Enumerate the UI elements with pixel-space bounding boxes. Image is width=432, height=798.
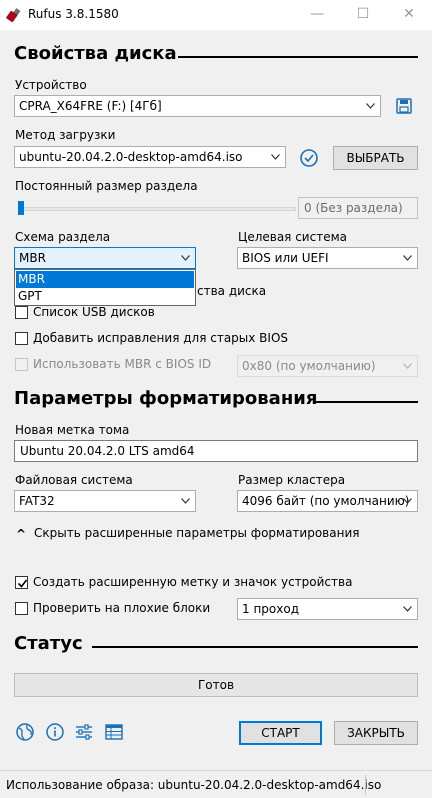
persistent-size-value: 0 (Без раздела) bbox=[298, 197, 418, 219]
chevron-down-icon bbox=[181, 255, 190, 261]
bad-blocks-checkbox[interactable] bbox=[15, 602, 28, 615]
status-bar-divider bbox=[365, 775, 366, 795]
persistent-size-slider-thumb[interactable] bbox=[18, 201, 24, 215]
boot-selection-label: Метод загрузки bbox=[15, 128, 116, 142]
list-usb-checkbox[interactable] bbox=[15, 306, 28, 319]
info-icon[interactable] bbox=[44, 721, 66, 743]
extended-label-label: Создать расширенную метку и значок устро… bbox=[33, 575, 353, 589]
window-title: Rufus 3.8.1580 bbox=[28, 7, 119, 21]
volume-label-input[interactable]: Ubuntu 20.04.2.0 LTS amd64 bbox=[14, 440, 418, 462]
device-value: CPRA_X64FRE (F:) [4Гб] bbox=[19, 99, 162, 113]
drive-properties-heading: Свойства диска bbox=[14, 43, 177, 64]
file-system-value: FAT32 bbox=[19, 494, 55, 508]
checkmark-icon bbox=[17, 579, 28, 588]
chevron-down-icon bbox=[181, 498, 190, 504]
chevron-down-icon bbox=[403, 255, 412, 261]
maximize-button[interactable]: ☐ bbox=[340, 0, 386, 30]
partition-scheme-dropdown[interactable]: MBR bbox=[14, 247, 196, 269]
boot-selection-value: ubuntu-20.04.2.0-desktop-amd64.iso bbox=[19, 150, 243, 164]
section-divider bbox=[314, 401, 418, 403]
persistent-size-slider[interactable] bbox=[18, 207, 296, 211]
select-image-button[interactable]: ВЫБРАТЬ bbox=[333, 146, 418, 170]
minimize-button[interactable]: — bbox=[294, 0, 340, 30]
advanced-format-toggle-label: Скрыть расширенные параметры форматирова… bbox=[34, 526, 360, 540]
mbr-bios-id-label: Использовать MBR с BIOS ID bbox=[33, 357, 212, 371]
chevron-down-icon bbox=[403, 498, 412, 504]
partition-scheme-label: Схема раздела bbox=[15, 230, 111, 244]
partition-scheme-value: MBR bbox=[19, 251, 46, 265]
list-usb-label: Список USB дисков bbox=[33, 305, 155, 319]
close-button[interactable]: ЗАКРЫТЬ bbox=[334, 721, 418, 745]
cluster-size-dropdown[interactable]: 4096 байт (по умолчанию) bbox=[237, 490, 418, 512]
chevron-down-icon bbox=[403, 606, 412, 612]
cluster-size-value: 4096 байт (по умолчанию) bbox=[242, 494, 410, 508]
option-mbr[interactable]: MBR bbox=[16, 271, 194, 288]
chevron-down-icon bbox=[403, 363, 412, 369]
save-icon[interactable] bbox=[396, 98, 412, 114]
status-bar-text: Использование образа: ubuntu-20.04.2.0-d… bbox=[6, 778, 382, 792]
passes-value: 1 проход bbox=[242, 602, 299, 616]
cluster-size-label: Размер кластера bbox=[238, 473, 346, 487]
title-bar: Rufus 3.8.1580 — ☐ ✕ bbox=[0, 0, 432, 30]
device-dropdown[interactable]: CPRA_X64FRE (F:) [4Гб] bbox=[14, 95, 381, 117]
usb-drive-icon bbox=[6, 8, 21, 23]
option-gpt[interactable]: GPT bbox=[16, 288, 194, 305]
file-system-dropdown[interactable]: FAT32 bbox=[14, 490, 196, 512]
chevron-up-icon: ^ bbox=[16, 527, 27, 541]
bios-id-value: 0x80 (по умолчанию) bbox=[242, 359, 376, 373]
status-bar: Использование образа: ubuntu-20.04.2.0-d… bbox=[0, 770, 432, 798]
partition-scheme-options: MBR GPT bbox=[14, 269, 196, 306]
advanced-drive-properties-label: ства диска bbox=[197, 284, 267, 298]
advanced-format-toggle[interactable]: ^ Скрыть расширенные параметры форматиро… bbox=[16, 526, 360, 542]
device-label: Устройство bbox=[15, 78, 87, 92]
bios-fixes-label: Добавить исправления для старых BIOS bbox=[33, 331, 289, 345]
target-system-value: BIOS или UEFI bbox=[242, 251, 329, 265]
volume-label-label: Новая метка тома bbox=[15, 423, 130, 437]
persistent-size-label: Постоянный размер раздела bbox=[15, 179, 198, 193]
passes-dropdown[interactable]: 1 проход bbox=[237, 598, 418, 620]
section-divider bbox=[178, 56, 418, 58]
check-circle-icon[interactable] bbox=[299, 148, 319, 168]
extended-label-checkbox[interactable] bbox=[15, 576, 28, 589]
status-progress-bar: Готов bbox=[14, 673, 418, 697]
start-button[interactable]: СТАРТ bbox=[239, 721, 322, 745]
boot-selection-dropdown[interactable]: ubuntu-20.04.2.0-desktop-amd64.iso bbox=[14, 146, 286, 168]
section-divider bbox=[92, 646, 418, 648]
bios-id-dropdown[interactable]: 0x80 (по умолчанию) bbox=[237, 355, 418, 377]
target-system-label: Целевая система bbox=[238, 230, 347, 244]
bad-blocks-label: Проверить на плохие блоки bbox=[33, 601, 211, 615]
status-heading: Статус bbox=[14, 633, 83, 654]
bios-fixes-checkbox[interactable] bbox=[15, 332, 28, 345]
chevron-down-icon bbox=[366, 103, 375, 109]
log-table-icon[interactable] bbox=[103, 721, 125, 743]
chevron-down-icon bbox=[271, 154, 280, 160]
mbr-bios-id-checkbox[interactable] bbox=[15, 358, 28, 371]
format-options-heading: Параметры форматирования bbox=[14, 388, 318, 409]
settings-sliders-icon[interactable] bbox=[73, 721, 95, 743]
file-system-label: Файловая система bbox=[15, 473, 133, 487]
target-system-dropdown[interactable]: BIOS или UEFI bbox=[237, 247, 418, 269]
globe-icon[interactable] bbox=[14, 721, 36, 743]
close-window-button[interactable]: ✕ bbox=[386, 0, 432, 30]
